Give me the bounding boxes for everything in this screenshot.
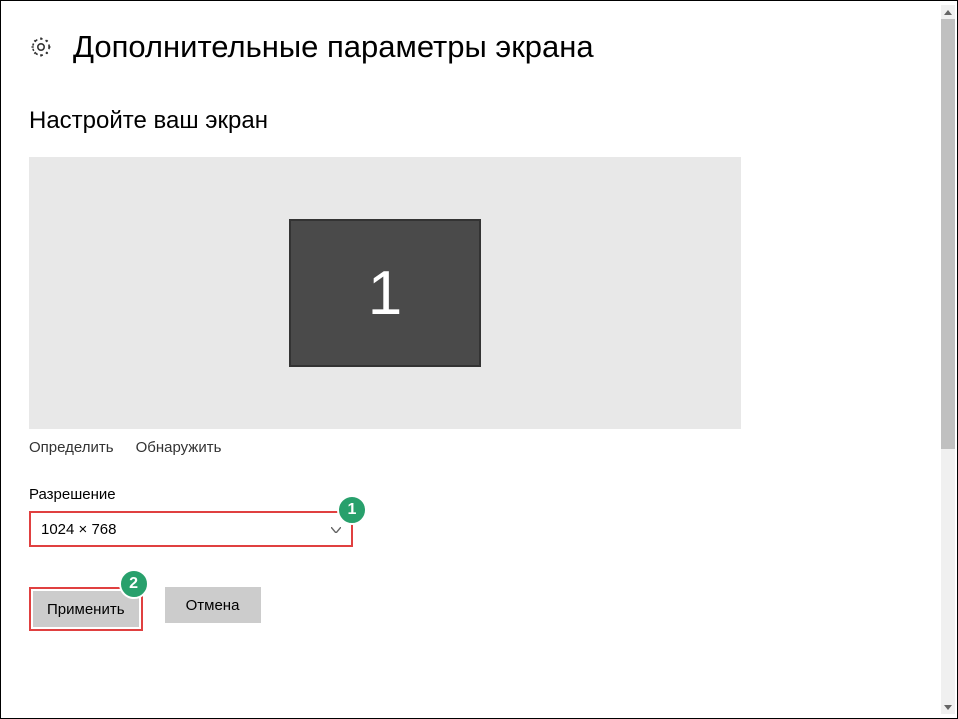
monitor-tile-1[interactable]: 1 — [289, 219, 481, 367]
monitor-number: 1 — [368, 258, 402, 329]
page-title: Дополнительные параметры экрана — [73, 29, 594, 65]
monitor-arrangement-area[interactable]: 1 — [29, 157, 741, 429]
gear-icon — [29, 35, 53, 59]
annotation-badge-1: 1 — [337, 495, 367, 525]
annotation-badge-2: 2 — [119, 569, 149, 599]
vertical-scrollbar[interactable] — [941, 5, 955, 714]
scroll-down-arrow[interactable] — [941, 700, 955, 714]
identify-link[interactable]: Определить — [29, 439, 114, 456]
resolution-value: 1024 × 768 — [41, 521, 117, 538]
cancel-button[interactable]: Отмена — [165, 587, 261, 623]
scroll-up-arrow[interactable] — [941, 5, 955, 19]
section-title: Настройте ваш экран — [29, 107, 929, 135]
scrollbar-thumb[interactable] — [941, 19, 955, 449]
resolution-dropdown[interactable]: 1024 × 768 — [29, 511, 353, 547]
resolution-label: Разрешение — [29, 486, 929, 503]
detect-link[interactable]: Обнаружить — [136, 439, 222, 456]
apply-button[interactable]: Применить — [33, 591, 139, 627]
chevron-down-icon — [331, 522, 341, 536]
